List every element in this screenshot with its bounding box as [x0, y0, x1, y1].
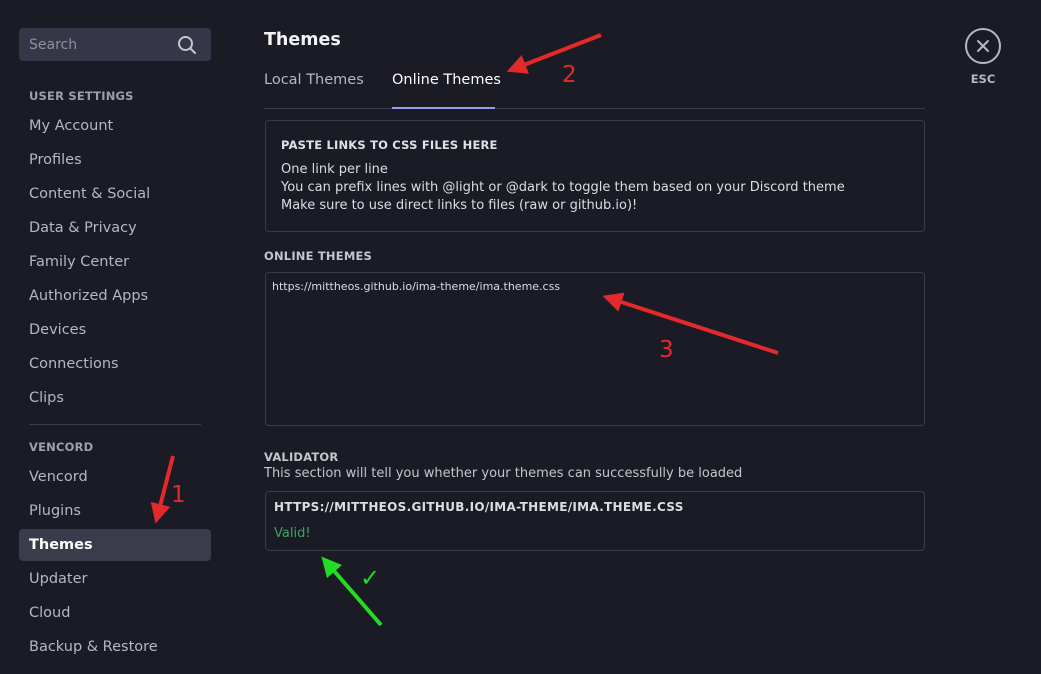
sidebar-item-devices[interactable]: Devices	[19, 314, 211, 346]
section-header-user-settings: USER SETTINGS	[29, 89, 134, 103]
validator-description: This section will tell you whether your …	[264, 466, 743, 481]
sidebar-item-connections[interactable]: Connections	[19, 348, 211, 380]
sidebar-item-my-account[interactable]: My Account	[19, 110, 211, 142]
info-card-line: One link per line	[281, 162, 388, 177]
tab-local-themes[interactable]: Local Themes	[264, 72, 364, 88]
sidebar-item-themes[interactable]: Themes	[19, 529, 211, 561]
search-icon[interactable]	[176, 34, 198, 56]
sidebar-item-profiles[interactable]: Profiles	[19, 144, 211, 176]
sidebar-item-updater[interactable]: Updater	[19, 563, 211, 595]
sidebar-item-clips[interactable]: Clips	[19, 382, 211, 414]
sidebar-divider	[29, 424, 201, 425]
info-card-title: PASTE LINKS TO CSS FILES HERE	[281, 138, 498, 152]
online-themes-label: ONLINE THEMES	[264, 249, 372, 263]
tab-bar-divider	[264, 108, 925, 109]
annotation-arrow-2	[506, 33, 602, 74]
section-header-vencord: VENCORD	[29, 440, 94, 454]
sidebar-item-family-center[interactable]: Family Center	[19, 246, 211, 278]
sidebar-item-data-privacy[interactable]: Data & Privacy	[19, 212, 211, 244]
sidebar-item-backup-restore[interactable]: Backup & Restore	[19, 631, 211, 663]
sidebar-item-cloud[interactable]: Cloud	[19, 597, 211, 629]
close-label: ESC	[970, 72, 996, 86]
close-button[interactable]	[965, 28, 1001, 64]
settings-sidebar: USER SETTINGS My Account Profiles Conten…	[0, 0, 222, 674]
sidebar-item-authorized-apps[interactable]: Authorized Apps	[19, 280, 211, 312]
search-input[interactable]	[19, 28, 179, 61]
annotation-number-3: 3	[659, 337, 674, 363]
info-card-line: Make sure to use direct links to files (…	[281, 198, 638, 213]
online-themes-textarea[interactable]: https://mittheos.github.io/ima-theme/ima…	[265, 272, 925, 426]
annotation-number-1: 1	[171, 482, 186, 508]
page-title: Themes	[264, 30, 341, 50]
validator-label: VALIDATOR	[264, 450, 339, 464]
active-tab-indicator	[392, 107, 495, 109]
search-box[interactable]	[19, 28, 211, 61]
sidebar-item-content-social[interactable]: Content & Social	[19, 178, 211, 210]
tab-online-themes[interactable]: Online Themes	[392, 72, 501, 88]
info-card-line: You can prefix lines with @light or @dar…	[281, 180, 845, 195]
close-icon	[977, 40, 989, 52]
validator-result-status: Valid!	[274, 526, 311, 541]
annotation-check-icon: ✓	[360, 564, 381, 592]
validator-result-url: HTTPS://MITTHEOS.GITHUB.IO/IMA-THEME/IMA…	[274, 500, 684, 514]
annotation-number-2: 2	[562, 62, 577, 88]
